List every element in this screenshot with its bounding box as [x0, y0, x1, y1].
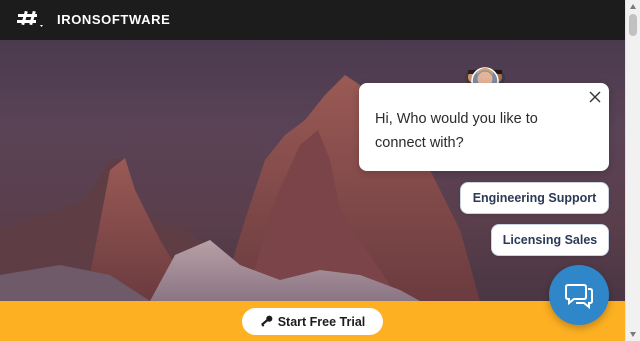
start-free-trial-button[interactable]: Start Free Trial	[242, 308, 383, 335]
scrollbar-thumb[interactable]	[629, 14, 637, 36]
start-free-trial-label: Start Free Trial	[277, 314, 366, 329]
top-navigation-bar: IRONSOFTWARE	[0, 0, 625, 40]
chat-greeting-text: Hi, Who would you like to connect with?	[375, 111, 538, 151]
engineering-support-option[interactable]: Engineering Support	[460, 182, 609, 214]
scroll-up-arrow-icon[interactable]	[630, 4, 636, 9]
brand-name[interactable]: IRONSOFTWARE	[57, 12, 170, 27]
key-icon	[260, 315, 273, 327]
hash-logo-icon[interactable]	[17, 9, 47, 31]
vertical-scrollbar[interactable]	[625, 0, 640, 341]
close-icon[interactable]	[589, 91, 601, 103]
chat-bubble-icon	[565, 284, 593, 310]
scroll-down-arrow-icon[interactable]	[630, 332, 636, 337]
licensing-sales-option[interactable]: Licensing Sales	[491, 224, 609, 256]
chat-launcher-button[interactable]	[549, 265, 609, 325]
chat-greeting-bubble: Hi, Who would you like to connect with?	[359, 83, 609, 171]
